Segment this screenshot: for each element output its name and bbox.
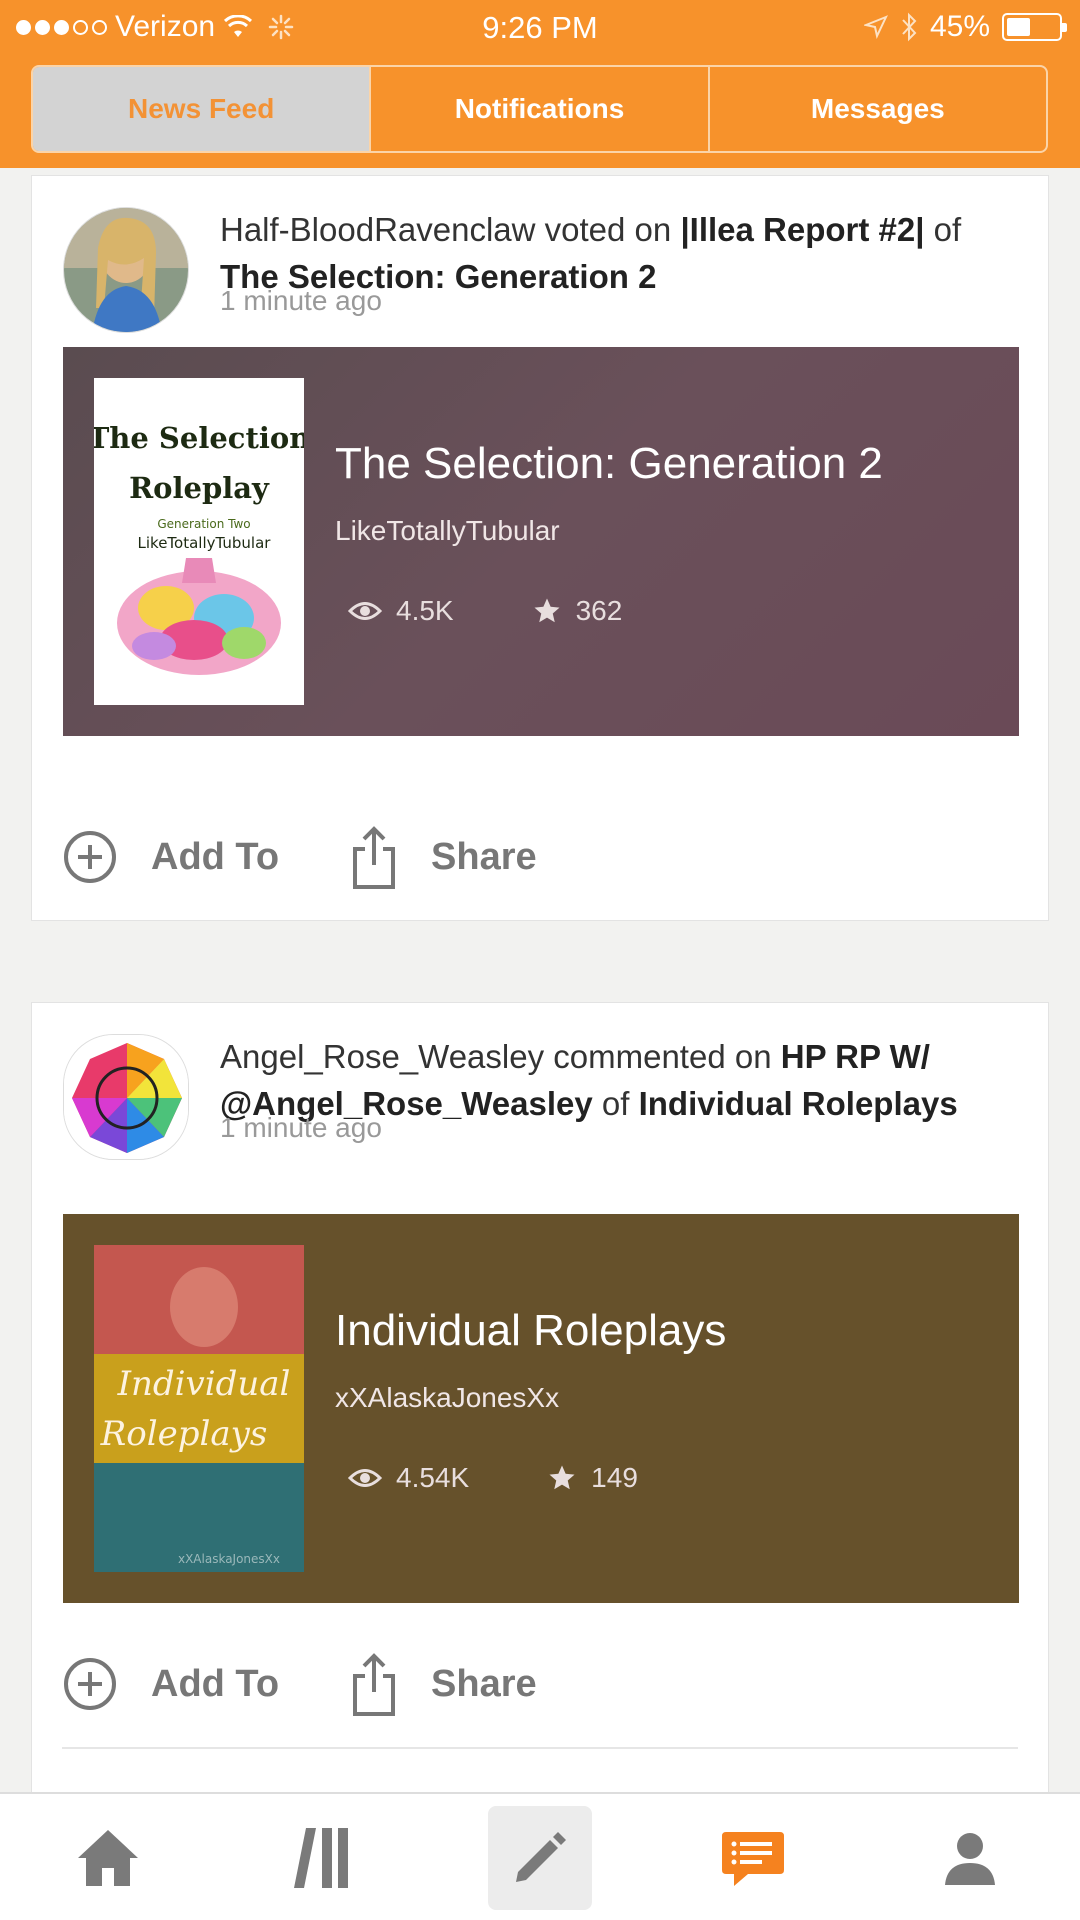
divider [62, 1747, 1018, 1749]
add-icon[interactable] [63, 830, 117, 884]
star-icon [549, 1465, 575, 1490]
story-cover[interactable]: Individual Roleplays xXAlaskaJonesXx [94, 1245, 304, 1572]
home-icon [78, 1830, 138, 1886]
eye-icon [348, 1469, 382, 1487]
cover-author-text: xXAlaskaJonesXx [178, 1552, 280, 1566]
share-icon[interactable] [351, 1652, 397, 1716]
votes-count: 149 [591, 1462, 638, 1493]
tab-write[interactable] [488, 1806, 592, 1910]
user-link[interactable]: Half-BloodRavenclaw [220, 211, 535, 248]
timestamp: 1 minute ago [220, 285, 382, 316]
bottom-tab-bar [0, 1792, 1080, 1920]
action-row: Add To Share [63, 1652, 537, 1716]
story-author[interactable]: LikeTotallyTubular [335, 515, 560, 547]
story-card[interactable]: Individual Roleplays xXAlaskaJonesXx Ind… [63, 1214, 1019, 1603]
chat-icon [722, 1832, 784, 1886]
tab-messages[interactable]: Messages [707, 67, 1046, 151]
library-icon [294, 1828, 348, 1888]
header: Verizon 9:26 PM 45% News Feed Notificati… [0, 0, 1080, 168]
story-card[interactable]: The Selection Roleplay Generation Two Li… [63, 347, 1019, 736]
battery-percent: 45% [929, 10, 990, 43]
tab-news-feed[interactable]: News Feed [33, 67, 370, 151]
write-icon [516, 1832, 566, 1882]
avatar[interactable] [63, 1034, 189, 1160]
reads-count: 4.54K [396, 1462, 470, 1493]
action-row: Add To Share [63, 825, 537, 889]
tab-notifications[interactable]: Notifications [369, 67, 707, 151]
tab-chat[interactable] [693, 1794, 813, 1920]
bluetooth-icon [902, 12, 917, 42]
add-to-button[interactable]: Add To [151, 836, 279, 879]
tab-profile[interactable] [910, 1794, 1030, 1920]
user-link[interactable]: Angel_Rose_Weasley [220, 1038, 544, 1075]
story-link[interactable]: Individual Roleplays [639, 1085, 958, 1122]
share-button[interactable]: Share [431, 1663, 537, 1706]
battery-icon [1002, 13, 1067, 41]
cover-subtitle-text: Roleplays [100, 1414, 268, 1454]
feed-item: Half-BloodRavenclaw voted on |Illea Repo… [31, 175, 1049, 921]
star-icon [534, 598, 560, 623]
story-cover[interactable]: The Selection Roleplay Generation Two Li… [94, 378, 304, 705]
cover-title-text: The Selection [94, 421, 304, 455]
feed-tabs: News Feed Notifications Messages [31, 65, 1048, 153]
add-to-button[interactable]: Add To [151, 1663, 279, 1706]
cover-subtitle-text: Roleplay [129, 471, 270, 505]
connector-text: of [933, 211, 962, 248]
share-button[interactable]: Share [431, 836, 537, 879]
story-author[interactable]: xXAlaskaJonesXx [335, 1382, 559, 1414]
story-title[interactable]: The Selection: Generation 2 [335, 439, 883, 489]
add-icon[interactable] [63, 1657, 117, 1711]
tab-home[interactable] [48, 1794, 168, 1920]
share-icon[interactable] [351, 825, 397, 889]
item-link[interactable]: |Illea Report #2| [680, 211, 924, 248]
activity-verb: voted on [544, 211, 672, 248]
profile-icon [945, 1833, 995, 1885]
tab-library[interactable] [264, 1794, 384, 1920]
story-title[interactable]: Individual Roleplays [335, 1306, 726, 1356]
status-bar: Verizon 9:26 PM 45% [0, 0, 1080, 56]
story-stats: 4.5K 362 [348, 595, 622, 627]
eye-icon [348, 602, 382, 620]
feed-item: Angel_Rose_Weasley commented on HP RP W/… [31, 1002, 1049, 1822]
votes-count: 362 [575, 595, 623, 626]
story-stats: 4.54K 149 [348, 1462, 638, 1494]
cover-author-text: LikeTotallyTubular [138, 534, 272, 552]
activity-verb: commented on [553, 1038, 772, 1075]
reads-count: 4.5K [396, 595, 454, 626]
cover-title-text: Individual [117, 1364, 291, 1404]
connector-text: of [601, 1085, 630, 1122]
timestamp: 1 minute ago [220, 1112, 382, 1143]
cover-edition-text: Generation Two [157, 517, 250, 531]
location-icon [863, 15, 888, 39]
avatar[interactable] [63, 207, 189, 333]
